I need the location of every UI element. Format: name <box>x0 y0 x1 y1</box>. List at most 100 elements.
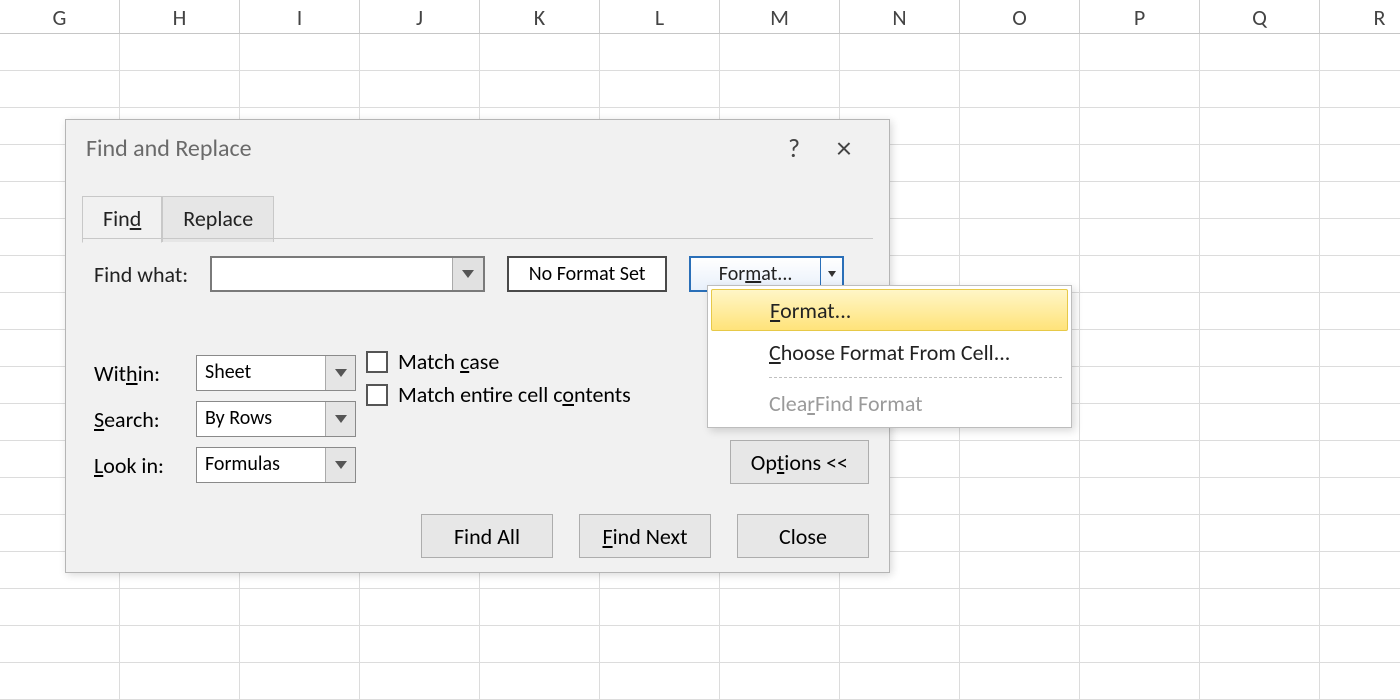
help-button[interactable]: ? <box>769 132 819 164</box>
find-all-button[interactable]: Find All <box>421 514 553 558</box>
col-head[interactable]: K <box>480 0 600 33</box>
grid-cell[interactable] <box>960 34 1080 70</box>
grid-cell[interactable] <box>600 589 720 625</box>
grid-cell[interactable] <box>720 589 840 625</box>
grid-cell[interactable] <box>0 34 120 70</box>
grid-cell[interactable] <box>600 626 720 662</box>
grid-cell[interactable] <box>240 34 360 70</box>
grid-cell[interactable] <box>960 552 1080 588</box>
grid-cell[interactable] <box>1200 108 1320 144</box>
grid-cell[interactable] <box>360 626 480 662</box>
grid-cell[interactable] <box>1080 219 1200 255</box>
grid-cell[interactable] <box>960 626 1080 662</box>
grid-cell[interactable] <box>1320 34 1400 70</box>
grid-cell[interactable] <box>480 663 600 699</box>
grid-cell[interactable] <box>1320 219 1400 255</box>
grid-cell[interactable] <box>1200 34 1320 70</box>
grid-cell[interactable] <box>960 478 1080 514</box>
grid-cell[interactable] <box>1080 404 1200 440</box>
grid-cell[interactable] <box>1320 552 1400 588</box>
grid-cell[interactable] <box>240 589 360 625</box>
grid-cell[interactable] <box>1080 626 1200 662</box>
grid-cell[interactable] <box>240 663 360 699</box>
menu-item-format[interactable]: Format... <box>711 289 1068 331</box>
grid-cell[interactable] <box>0 663 120 699</box>
grid-cell[interactable] <box>840 663 960 699</box>
tab-replace[interactable]: Replace <box>162 196 274 242</box>
tab-find[interactable]: Find <box>82 196 162 243</box>
grid-cell[interactable] <box>1320 441 1400 477</box>
grid-cell[interactable] <box>120 663 240 699</box>
search-select[interactable]: By Rows <box>196 401 356 437</box>
grid-cell[interactable] <box>1320 71 1400 107</box>
grid-cell[interactable] <box>1320 367 1400 403</box>
menu-item-choose-from-cell[interactable]: Choose Format From Cell... <box>711 331 1068 373</box>
col-head[interactable]: L <box>600 0 720 33</box>
grid-cell[interactable] <box>480 34 600 70</box>
grid-cell[interactable] <box>120 34 240 70</box>
col-head[interactable]: I <box>240 0 360 33</box>
grid-cell[interactable] <box>1320 663 1400 699</box>
grid-cell[interactable] <box>1320 330 1400 366</box>
grid-cell[interactable] <box>1200 219 1320 255</box>
grid-cell[interactable] <box>1320 182 1400 218</box>
col-head[interactable]: M <box>720 0 840 33</box>
grid-cell[interactable] <box>1200 515 1320 551</box>
grid-cell[interactable] <box>600 663 720 699</box>
grid-cell[interactable] <box>600 34 720 70</box>
grid-cell[interactable] <box>1080 552 1200 588</box>
find-what-input[interactable] <box>212 258 452 290</box>
grid-cell[interactable] <box>1200 663 1320 699</box>
find-what-combobox[interactable] <box>210 256 485 292</box>
grid-cell[interactable] <box>1080 330 1200 366</box>
grid-cell[interactable] <box>1080 441 1200 477</box>
grid-cell[interactable] <box>960 219 1080 255</box>
grid-cell[interactable] <box>1200 478 1320 514</box>
grid-cell[interactable] <box>1080 293 1200 329</box>
grid-cell[interactable] <box>240 626 360 662</box>
grid-cell[interactable] <box>1200 71 1320 107</box>
grid-cell[interactable] <box>1080 34 1200 70</box>
within-select[interactable]: Sheet <box>196 355 356 391</box>
grid-cell[interactable] <box>360 663 480 699</box>
grid-cell[interactable] <box>1320 515 1400 551</box>
grid-cell[interactable] <box>1200 441 1320 477</box>
grid-cell[interactable] <box>1320 108 1400 144</box>
grid-cell[interactable] <box>1320 256 1400 292</box>
grid-cell[interactable] <box>1200 256 1320 292</box>
search-dropdown-button[interactable] <box>325 402 355 436</box>
grid-cell[interactable] <box>1080 108 1200 144</box>
grid-cell[interactable] <box>720 71 840 107</box>
col-head[interactable]: Q <box>1200 0 1320 33</box>
col-head[interactable]: O <box>960 0 1080 33</box>
options-button[interactable]: Options << <box>730 440 869 484</box>
grid-cell[interactable] <box>1080 256 1200 292</box>
grid-cell[interactable] <box>1080 182 1200 218</box>
close-icon[interactable]: × <box>819 130 869 167</box>
grid-cell[interactable] <box>960 663 1080 699</box>
grid-cell[interactable] <box>1320 404 1400 440</box>
grid-cell[interactable] <box>1320 145 1400 181</box>
grid-cell[interactable] <box>1080 515 1200 551</box>
grid-cell[interactable] <box>480 626 600 662</box>
grid-cell[interactable] <box>1200 404 1320 440</box>
grid-cell[interactable] <box>840 626 960 662</box>
col-head[interactable]: R <box>1320 0 1400 33</box>
within-dropdown-button[interactable] <box>325 356 355 390</box>
grid-cell[interactable] <box>1200 145 1320 181</box>
lookin-select[interactable]: Formulas <box>196 447 356 483</box>
grid-cell[interactable] <box>960 589 1080 625</box>
grid-cell[interactable] <box>960 515 1080 551</box>
col-head[interactable]: H <box>120 0 240 33</box>
col-head[interactable]: N <box>840 0 960 33</box>
grid-cell[interactable] <box>720 34 840 70</box>
grid-cell[interactable] <box>960 145 1080 181</box>
grid-cell[interactable] <box>960 441 1080 477</box>
grid-cell[interactable] <box>120 626 240 662</box>
grid-cell[interactable] <box>0 626 120 662</box>
col-head[interactable]: G <box>0 0 120 33</box>
grid-cell[interactable] <box>1200 626 1320 662</box>
grid-cell[interactable] <box>1200 589 1320 625</box>
grid-cell[interactable] <box>1320 293 1400 329</box>
grid-cell[interactable] <box>1200 367 1320 403</box>
